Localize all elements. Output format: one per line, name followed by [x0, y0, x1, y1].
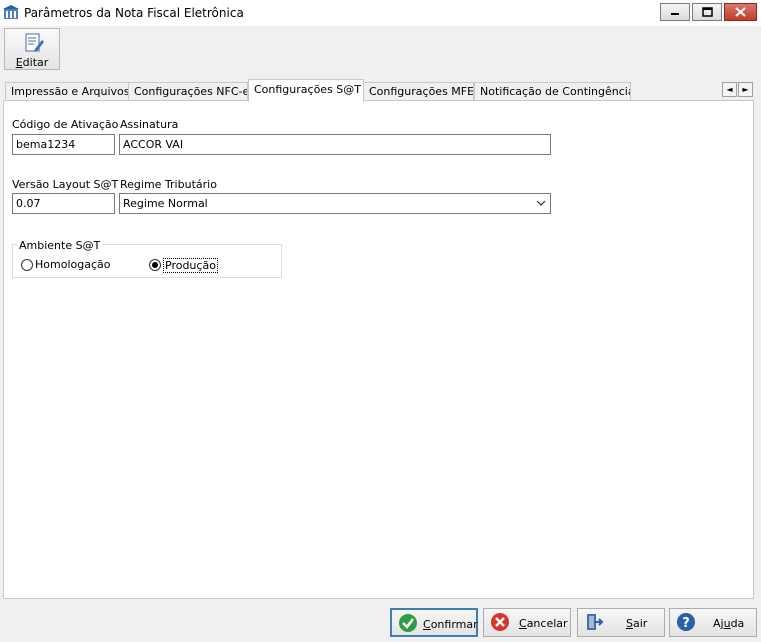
help-button-label: Ajuda [713, 617, 745, 630]
activation-code-field[interactable]: bema1234 [12, 134, 115, 155]
tax-regime-label: Regime Tributário [120, 178, 217, 191]
layout-version-field[interactable]: 0.07 [12, 193, 115, 214]
window-title: Parâmetros da Nota Fiscal Eletrônica [24, 6, 244, 20]
layout-version-label: Versão Layout S@T [12, 178, 119, 191]
signature-field[interactable]: ACCOR VAI [119, 134, 551, 155]
help-icon: ? [677, 613, 695, 631]
radio-homologacao-label: Homologação [35, 258, 111, 271]
title-bar: Parâmetros da Nota Fiscal Eletrônica [0, 0, 761, 27]
signature-label: Assinatura [120, 118, 179, 131]
check-icon [399, 614, 417, 632]
radio-homologacao-indicator [21, 259, 33, 271]
cancel-button[interactable]: Cancelar [483, 608, 571, 637]
environment-group-title: Ambiente S@T [17, 239, 103, 252]
tab-notificacao-contingencia[interactable]: Notificação de Contingência [474, 82, 631, 101]
app-icon [3, 5, 19, 19]
tax-regime-select[interactable]: Regime Normal [119, 193, 551, 214]
maximize-icon [702, 7, 713, 17]
close-button[interactable] [724, 3, 757, 21]
minimize-button[interactable] [660, 3, 690, 21]
tab-configuracoes-nfce[interactable]: Configurações NFC-e [128, 82, 248, 101]
exit-door-icon [587, 614, 604, 630]
toolbar: Editar [0, 26, 761, 74]
svg-text:?: ? [682, 616, 690, 631]
exit-button-label: Sair [626, 617, 648, 630]
edit-button[interactable]: Editar [4, 28, 60, 70]
tab-scroll-left-button[interactable]: ◄ [722, 82, 737, 97]
tab-scroll-right-button[interactable]: ► [738, 82, 753, 97]
help-button[interactable]: ? Ajuda [669, 608, 757, 637]
tab-panel [3, 100, 754, 599]
cancel-button-label: Cancelar [519, 617, 568, 630]
radio-producao-label: Produção [163, 258, 218, 273]
exit-button[interactable]: Sair [577, 608, 665, 637]
activation-code-label: Código de Ativação [12, 118, 119, 131]
tax-regime-value: Regime Normal [123, 197, 208, 210]
minimize-icon [671, 13, 679, 15]
tab-impressao-arquivos[interactable]: Impressão e Arquivos [5, 82, 129, 101]
tab-configuracoes-mfe[interactable]: Configurações MFE [363, 82, 474, 101]
edit-document-icon [25, 33, 44, 52]
confirm-button[interactable]: Confirmar [390, 608, 478, 637]
close-icon [735, 7, 746, 17]
maximize-button[interactable] [692, 3, 722, 21]
radio-producao-indicator [149, 259, 161, 271]
tab-scroll-arrows: ◄ ► [722, 82, 754, 98]
tab-configuracoes-sat[interactable]: Configurações S@T [248, 79, 364, 102]
confirm-button-label: Confirmar [423, 618, 478, 631]
chevron-down-icon [536, 200, 546, 206]
edit-button-label: Editar [15, 56, 49, 69]
tab-strip: Impressão e Arquivos Configurações NFC-e… [3, 79, 754, 102]
cancel-icon [491, 613, 509, 631]
